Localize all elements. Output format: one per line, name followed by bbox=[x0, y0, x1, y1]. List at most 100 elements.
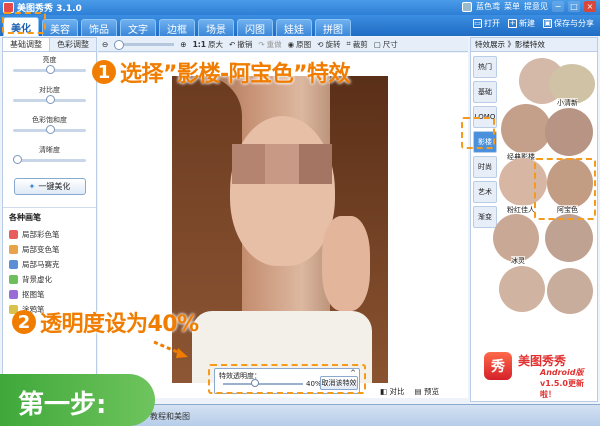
redo-button[interactable]: ↷ 重做 bbox=[258, 39, 281, 50]
android-promo-banner[interactable]: 秀 美图秀秀 Android版 v1.5.0更新啦！ bbox=[478, 346, 596, 399]
tab-doll[interactable]: 娃娃 bbox=[276, 19, 312, 36]
tool-local-recolor-pen[interactable]: 局部变色笔 bbox=[9, 242, 90, 257]
effect-thumb[interactable] bbox=[501, 104, 551, 154]
photo-pixelated-eyes bbox=[232, 144, 332, 184]
sharpness-slider[interactable] bbox=[13, 159, 86, 162]
step1-callout: 1 选择”影楼-阿宝色”特效 bbox=[92, 56, 351, 88]
contrast-label: 对比度 bbox=[39, 86, 60, 94]
category-fashion[interactable]: 时尚 bbox=[473, 156, 497, 178]
brightness-label: 亮度 bbox=[42, 56, 57, 64]
actual-size-button[interactable]: 1:1 原大 bbox=[193, 39, 223, 50]
effect-thumb[interactable] bbox=[545, 108, 593, 156]
step2-number: 2 bbox=[12, 310, 36, 334]
main-tab-bar: 美化 美容 饰品 文字 边框 场景 闪图 娃娃 拼图 ▭ 打开 + 新建 ▣ 保存与分… bbox=[0, 15, 600, 36]
maximize-button[interactable]: □ bbox=[568, 1, 580, 12]
sharpness-label: 清晰度 bbox=[39, 146, 60, 154]
tool-local-mosaic[interactable]: 局部马赛克 bbox=[9, 257, 90, 272]
edited-photo[interactable] bbox=[172, 76, 388, 383]
highlight-studio-category bbox=[461, 117, 495, 149]
redo-icon: ↷ bbox=[258, 39, 265, 49]
user-avatar[interactable] bbox=[462, 1, 472, 12]
new-button[interactable]: + 新建 bbox=[508, 18, 535, 29]
tab-border[interactable]: 边框 bbox=[159, 19, 195, 36]
tool-label: 局部马赛克 bbox=[22, 260, 60, 269]
promo-version: v1.5.0更新啦！ bbox=[540, 379, 584, 399]
image-icon: ◉ bbox=[287, 39, 295, 49]
zoom-out-icon[interactable]: ⊖ bbox=[102, 40, 108, 49]
rotate-button[interactable]: ⟲ 旋转 bbox=[317, 39, 340, 50]
undo-button[interactable]: ↶ 撤销 bbox=[229, 39, 252, 50]
effect-thumb[interactable] bbox=[493, 214, 539, 262]
resize-icon: ▢ bbox=[373, 39, 381, 49]
step1-number: 1 bbox=[92, 60, 116, 84]
suggest-link[interactable]: 提意见 bbox=[524, 1, 548, 12]
original-image-button[interactable]: ◉ 原图 bbox=[288, 39, 312, 50]
tab-text[interactable]: 文字 bbox=[120, 19, 156, 36]
subtab-color[interactable]: 色彩调整 bbox=[50, 38, 96, 51]
contrast-knob[interactable] bbox=[46, 95, 55, 104]
highlight-abao-thumb bbox=[534, 158, 596, 220]
crop-icon: ⌗ bbox=[346, 39, 351, 48]
tool-label: 背景虚化 bbox=[22, 275, 52, 284]
step-badge-text: 第一步: bbox=[18, 390, 107, 420]
one-key-label: 一键美化 bbox=[38, 182, 71, 191]
canvas-bottom-tools: ◧ 对比 ▤ 预览 bbox=[380, 386, 439, 397]
blur-icon bbox=[9, 275, 18, 284]
zoom-slider[interactable] bbox=[114, 39, 175, 50]
compare-button[interactable]: ◧ 对比 bbox=[380, 386, 404, 397]
effect-thumb[interactable] bbox=[547, 268, 593, 314]
left-panel: 基础调整 色彩调整 亮度 对比度 色彩饱和度 清晰度 ✦ 一键美化 各种画笔 局… bbox=[2, 37, 97, 402]
category-basic[interactable]: 基础 bbox=[473, 81, 497, 103]
contrast-adjust: 对比度 bbox=[3, 82, 96, 112]
thumb-label-ice: 冰灵 bbox=[511, 256, 525, 266]
recolor-pen-icon bbox=[9, 245, 18, 254]
category-hot[interactable]: 热门 bbox=[473, 56, 497, 78]
wand-icon: ✦ bbox=[28, 182, 36, 191]
effect-thumb[interactable] bbox=[545, 214, 593, 262]
tab-face[interactable]: 美容 bbox=[42, 19, 78, 36]
mosaic-icon bbox=[9, 260, 18, 269]
step2-text: 透明度设为40% bbox=[40, 312, 199, 337]
edit-toolbar: ⊖ ⊕ 1:1 原大 ↶ 撤销 ↷ 重做 ◉ 原图 ⟲ 旋转 ⌗ 裁剪 ▢ 尺寸 bbox=[98, 37, 468, 52]
brightness-knob[interactable] bbox=[46, 65, 55, 74]
one-key-beautify-button[interactable]: ✦ 一键美化 bbox=[13, 178, 86, 195]
category-art[interactable]: 艺术 bbox=[473, 181, 497, 203]
promo-platform: Android版 bbox=[540, 368, 584, 377]
save-icon: ▣ bbox=[543, 19, 552, 28]
save-share-button[interactable]: ▣ 保存与分享 bbox=[543, 18, 594, 29]
menu-link[interactable]: 菜单 bbox=[504, 1, 520, 12]
tool-local-color-pen[interactable]: 局部彩色笔 bbox=[9, 227, 90, 242]
photo-hand bbox=[322, 216, 370, 311]
status-tutorial-link[interactable]: 教程和美图 bbox=[150, 411, 190, 422]
subtab-basic[interactable]: 基础调整 bbox=[3, 38, 50, 51]
open-button[interactable]: ▭ 打开 bbox=[473, 18, 500, 29]
folder-icon: ▭ bbox=[473, 19, 482, 28]
undo-icon: ↶ bbox=[229, 39, 236, 49]
left-subtabs: 基础调整 色彩调整 bbox=[3, 38, 96, 52]
tool-background-blur[interactable]: 背景虚化 bbox=[9, 272, 90, 287]
preview-button[interactable]: ▤ 预览 bbox=[414, 386, 438, 397]
tab-flash[interactable]: 闪图 bbox=[237, 19, 273, 36]
user-name[interactable]: 蓝色鸢 bbox=[476, 1, 500, 12]
saturation-adjust: 色彩饱和度 bbox=[3, 112, 96, 142]
effect-thumb[interactable] bbox=[499, 266, 545, 312]
category-gradient[interactable]: 渐变 bbox=[473, 206, 497, 228]
crop-button[interactable]: ⌗ 裁剪 bbox=[346, 39, 367, 50]
brightness-adjust: 亮度 bbox=[3, 52, 96, 82]
close-button[interactable]: × bbox=[584, 1, 596, 12]
brush-section: 各种画笔 局部彩色笔 局部变色笔 局部马赛克 背景虚化 抠图笔 涂鸦笔 bbox=[3, 207, 96, 321]
tab-decor[interactable]: 饰品 bbox=[81, 19, 117, 36]
color-pen-icon bbox=[9, 230, 18, 239]
promo-logo-icon: 秀 bbox=[484, 352, 512, 380]
step2-callout: 2 透明度设为40% bbox=[12, 306, 199, 338]
sharpness-knob[interactable] bbox=[13, 155, 22, 164]
tool-cutout-pen[interactable]: 抠图笔 bbox=[9, 287, 90, 302]
resize-button[interactable]: ▢ 尺寸 bbox=[374, 39, 398, 50]
photo-face bbox=[230, 116, 335, 266]
sharpness-adjust: 清晰度 bbox=[3, 142, 96, 172]
zoom-in-icon[interactable]: ⊕ bbox=[180, 40, 186, 49]
tab-scene[interactable]: 场景 bbox=[198, 19, 234, 36]
tab-collage[interactable]: 拼图 bbox=[315, 19, 351, 36]
saturation-knob[interactable] bbox=[46, 125, 55, 134]
minimize-button[interactable]: − bbox=[552, 1, 564, 12]
